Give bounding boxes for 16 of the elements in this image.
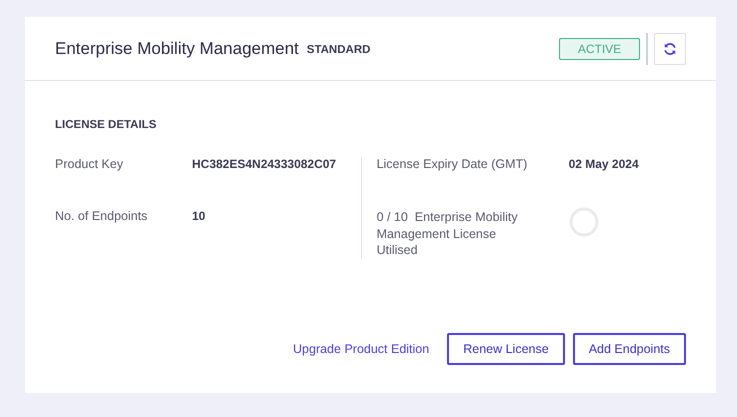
refresh-button[interactable] (654, 32, 686, 64)
product-title: Enterprise Mobility Management (55, 38, 299, 58)
field-value: 02 May 2024 (568, 157, 639, 171)
field-label: Product Key (55, 157, 124, 171)
field-label: License Expiry Date (GMT) (376, 157, 528, 171)
action-button[interactable]: Add Endpoints (572, 333, 686, 365)
edition-label: STANDARD (306, 44, 370, 56)
field-label: No. of Endpoints (55, 209, 148, 223)
action-button[interactable]: Renew License (447, 333, 565, 365)
refresh-icon (663, 42, 677, 56)
field-value: 10 (192, 209, 206, 223)
section-title: LICENSE DETAILS (55, 119, 158, 131)
status-badge: ACTIVE (559, 38, 640, 60)
upgrade-link[interactable]: Upgrade Product Edition (293, 342, 430, 356)
usage-text: 0 / 10 Enterprise Mobility Management License Utilised (376, 209, 519, 258)
field-value: HC382ES4N24333082C07 (192, 157, 336, 171)
